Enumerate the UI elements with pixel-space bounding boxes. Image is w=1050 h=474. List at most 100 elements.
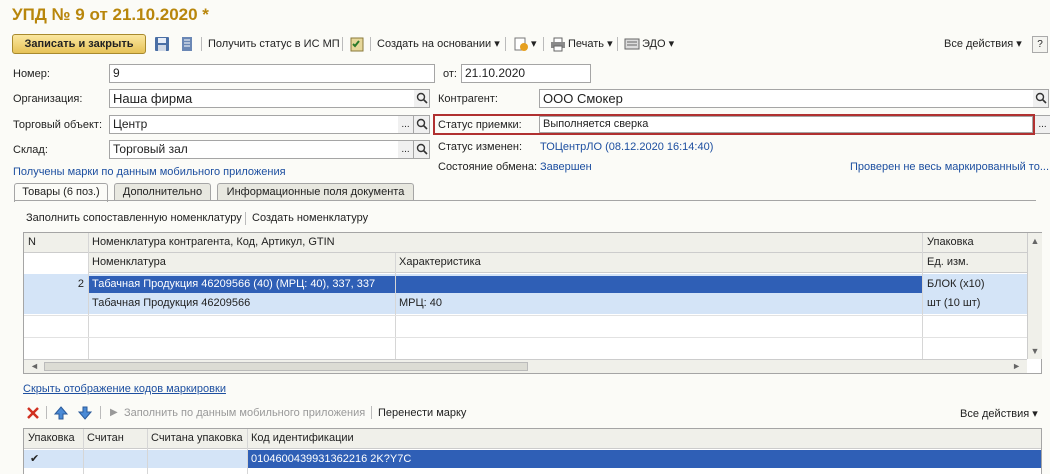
- vertical-scrollbar[interactable]: ▲ ▼: [1027, 233, 1042, 359]
- row-unit[interactable]: шт (10 шт): [923, 295, 1027, 312]
- scrollbar-thumb[interactable]: [44, 362, 528, 371]
- chevron-down-icon[interactable]: ▾: [531, 36, 537, 52]
- edo-icon[interactable]: [624, 36, 640, 52]
- scroll-up-icon[interactable]: ▲: [1028, 233, 1042, 249]
- select-button[interactable]: ...: [1035, 115, 1050, 134]
- window-title: УПД № 9 от 21.10.2020 *: [12, 5, 209, 24]
- chevron-down-icon: ▾: [1032, 408, 1038, 420]
- status-changed-label: Статус изменен:: [438, 141, 523, 153]
- row-divider: [24, 337, 1027, 338]
- tab-info-fields[interactable]: Информационные поля документа: [217, 183, 414, 201]
- get-status-button[interactable]: Получить статус в ИС МП: [208, 36, 340, 52]
- separator: [46, 406, 47, 419]
- fill-mobile-button[interactable]: Заполнить по данным мобильного приложени…: [124, 407, 365, 419]
- header-package[interactable]: Упаковка: [923, 234, 1027, 251]
- print-label: Печать: [568, 38, 605, 50]
- move-down-icon[interactable]: [77, 405, 93, 421]
- exchange-state-link[interactable]: Завершен: [540, 161, 592, 173]
- edo-button[interactable]: ЭДО ▾: [642, 36, 674, 52]
- header-unit[interactable]: Ед. изм.: [923, 254, 1027, 271]
- horizontal-scrollbar[interactable]: ◄ ►: [24, 359, 1027, 373]
- goods-table[interactable]: N Номенклатура контрагента, Код, Артикул…: [23, 232, 1042, 374]
- col-divider: [395, 253, 396, 359]
- move-up-icon[interactable]: [53, 405, 69, 421]
- warehouse-field[interactable]: Торговый зал: [109, 140, 399, 159]
- codes-table[interactable]: Упаковка Считан Считана упаковка Код иде…: [23, 428, 1042, 474]
- scroll-left-icon[interactable]: ◄: [30, 360, 39, 373]
- mobile-marks-link[interactable]: Получены марки по данным мобильного прил…: [13, 166, 286, 178]
- chevron-down-icon: ▾: [494, 38, 500, 50]
- date-field[interactable]: 21.10.2020: [461, 64, 591, 83]
- trade-object-label: Торговый объект:: [13, 119, 103, 131]
- play-icon: ▶: [110, 407, 118, 418]
- create-nomenclature-button[interactable]: Создать номенклатуру: [252, 212, 368, 224]
- package-checkbox[interactable]: ✔: [26, 451, 83, 468]
- all-actions-button[interactable]: Все действия ▾: [944, 36, 1022, 52]
- col-divider: [147, 429, 148, 474]
- exchange-state-label: Состояние обмена:: [438, 161, 538, 173]
- tab-panel-border: [14, 200, 1036, 201]
- header-characteristic[interactable]: Характеристика: [395, 254, 922, 271]
- checked-marks-link[interactable]: Проверен не весь маркированный то...: [850, 161, 1049, 173]
- col-divider: [922, 233, 923, 359]
- printer-icon[interactable]: [550, 36, 566, 52]
- warehouse-label: Склад:: [13, 144, 48, 156]
- search-icon[interactable]: [1033, 89, 1049, 108]
- chevron-down-icon: ▾: [607, 38, 613, 50]
- header-package[interactable]: Упаковка: [24, 430, 83, 447]
- accept-status-field[interactable]: Выполняется сверка: [539, 116, 1033, 133]
- edo-label: ЭДО: [642, 38, 666, 50]
- trade-object-field[interactable]: Центр: [109, 115, 399, 134]
- row-package[interactable]: БЛОК (x10): [923, 276, 1027, 293]
- create-based-button[interactable]: Создать на основании ▾: [377, 36, 500, 52]
- counterparty-label: Контрагент:: [438, 93, 498, 105]
- counterparty-field[interactable]: ООО Смокер: [539, 89, 1034, 108]
- search-icon[interactable]: [414, 140, 430, 159]
- all-actions-label: Все действия: [944, 38, 1014, 50]
- number-label: Номер:: [13, 68, 50, 80]
- header-n[interactable]: N: [24, 234, 88, 251]
- select-button[interactable]: ...: [398, 115, 414, 134]
- move-mark-button[interactable]: Перенести марку: [378, 407, 466, 419]
- row-divider: [24, 315, 1027, 316]
- organization-field[interactable]: Наша фирма: [109, 89, 415, 108]
- row-id-code[interactable]: 0104600439931362216 2K?Y7C: [247, 451, 1037, 468]
- scroll-down-icon[interactable]: ▼: [1028, 343, 1042, 359]
- save-close-button[interactable]: Записать и закрыть: [12, 34, 146, 54]
- related-docs-icon[interactable]: [513, 36, 529, 52]
- number-field[interactable]: 9: [109, 64, 435, 83]
- search-icon[interactable]: [414, 89, 430, 108]
- search-icon[interactable]: [414, 115, 430, 134]
- checklist-icon[interactable]: [349, 36, 365, 52]
- row-characteristic[interactable]: МРЦ: 40: [395, 295, 922, 312]
- save-icon[interactable]: [154, 36, 170, 52]
- header-nomenclature[interactable]: Номенклатура: [88, 254, 395, 271]
- scroll-right-icon[interactable]: ►: [1012, 360, 1021, 373]
- col-divider: [247, 429, 248, 474]
- chevron-down-icon: ▾: [1016, 38, 1022, 50]
- tab-additional[interactable]: Дополнительно: [114, 183, 211, 201]
- post-icon[interactable]: [179, 36, 195, 52]
- print-button[interactable]: Печать ▾: [568, 36, 613, 52]
- row-nom-counterparty[interactable]: Табачная Продукция 46209566 (40) (МРЦ: 4…: [88, 276, 922, 293]
- delete-icon[interactable]: [26, 406, 40, 420]
- header-nom-counterparty[interactable]: Номенклатура контрагента, Код, Артикул, …: [88, 234, 922, 251]
- row-nomenclature[interactable]: Табачная Продукция 46209566: [88, 295, 395, 312]
- separator: [371, 406, 372, 419]
- codes-all-actions-label: Все действия: [960, 408, 1030, 420]
- col-divider: [88, 233, 89, 359]
- header-scanned-package[interactable]: Считана упаковка: [147, 430, 247, 447]
- organization-label: Организация:: [13, 93, 83, 105]
- hide-codes-link[interactable]: Скрыть отображение кодов маркировки: [23, 383, 226, 395]
- fill-matched-button[interactable]: Заполнить сопоставленную номенклатуру: [26, 212, 242, 224]
- header-scanned[interactable]: Считан: [83, 430, 147, 447]
- codes-all-actions-button[interactable]: Все действия ▾: [960, 407, 1038, 420]
- header-id-code[interactable]: Код идентификации: [247, 430, 1037, 447]
- help-button[interactable]: ?: [1032, 36, 1048, 53]
- col-divider: [83, 429, 84, 474]
- row-n: 2: [77, 278, 84, 290]
- select-button[interactable]: ...: [398, 140, 414, 159]
- chevron-down-icon: ▾: [668, 38, 675, 50]
- status-changed-link[interactable]: ТОЦентрЛО (08.12.2020 16:14:40): [540, 141, 713, 153]
- create-based-label: Создать на основании: [377, 38, 492, 50]
